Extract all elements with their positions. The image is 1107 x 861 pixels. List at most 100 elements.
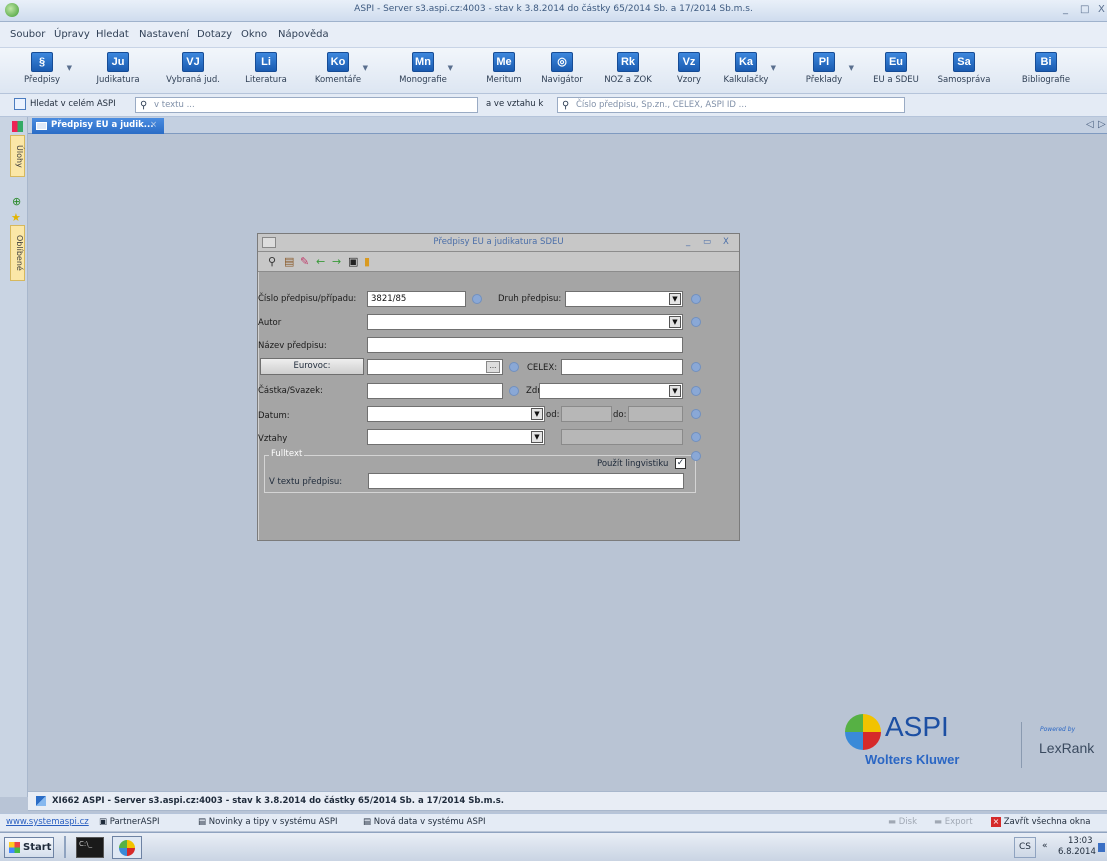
info-icon[interactable] bbox=[509, 386, 519, 396]
menu-upravy[interactable]: Úpravy bbox=[54, 29, 90, 40]
scroll-left-icon[interactable]: ◁ bbox=[1086, 119, 1094, 130]
info-icon[interactable] bbox=[691, 451, 701, 461]
favorites-tab[interactable]: Oblíbené bbox=[10, 225, 25, 281]
export-button[interactable]: ▬ Export bbox=[934, 817, 973, 827]
toolbar-vzory-button[interactable]: Vz Vzory bbox=[659, 52, 719, 92]
chevron-down-icon[interactable]: ▼ bbox=[669, 385, 681, 397]
tab-predpisy-eu[interactable]: Předpisy EU a judik... × bbox=[32, 118, 164, 134]
clipboard-icon[interactable]: ▤ bbox=[284, 255, 294, 268]
partner-aspi-link[interactable]: ▣ PartnerASPI bbox=[99, 817, 159, 827]
toolbar-meritum-button[interactable]: Me Meritum bbox=[474, 52, 534, 92]
start-button[interactable]: Start bbox=[4, 837, 54, 858]
info-icon[interactable] bbox=[509, 362, 519, 372]
chevron-down-icon[interactable]: ▼ bbox=[669, 293, 681, 305]
eraser-icon[interactable]: ✎ bbox=[300, 255, 309, 268]
toolbar-noz-zok-button[interactable]: Rk NOZ a ZOK bbox=[598, 52, 658, 92]
autor-select[interactable]: ▼ bbox=[367, 314, 683, 330]
show-desktop-button[interactable] bbox=[1098, 843, 1105, 852]
menu-soubor[interactable]: Soubor bbox=[10, 29, 45, 40]
toolbar-bibliografie-button[interactable]: Bi Bibliografie bbox=[1016, 52, 1076, 92]
chevron-down-icon[interactable]: ▼ bbox=[531, 431, 543, 443]
od-input[interactable] bbox=[561, 406, 612, 422]
toolbar-komentare-button[interactable]: Ko Komentáře ▼ bbox=[308, 52, 368, 92]
chevron-down-icon[interactable]: ▼ bbox=[669, 316, 681, 328]
close-all-button[interactable]: × Zavřít všechna okna bbox=[991, 817, 1090, 827]
tray-expand-icon[interactable]: « bbox=[1042, 841, 1048, 851]
site-link[interactable]: www.systemaspi.cz bbox=[6, 817, 89, 827]
toolbar-monografie-button[interactable]: Mn Monografie ▼ bbox=[393, 52, 453, 92]
toolbar-literatura-button[interactable]: Li Literatura bbox=[236, 52, 296, 92]
dropdown-arrow-icon[interactable]: ▼ bbox=[363, 64, 368, 72]
back-arrow-icon[interactable]: ← bbox=[316, 255, 325, 268]
menu-nastaveni[interactable]: Nastavení bbox=[139, 29, 189, 40]
maximize-button[interactable]: □ bbox=[1080, 4, 1089, 15]
tasks-tab[interactable]: Úlohy bbox=[10, 135, 25, 177]
info-icon[interactable] bbox=[691, 317, 701, 327]
dialog-minimize-button[interactable]: _ bbox=[686, 234, 690, 251]
tab-close-icon[interactable]: × bbox=[150, 118, 157, 133]
menu-napoveda[interactable]: Nápověda bbox=[278, 29, 329, 40]
toolbar-kalkulacky-button[interactable]: Ka Kalkulačky ▼ bbox=[716, 52, 776, 92]
dialog-icon bbox=[262, 237, 276, 248]
toolbar-predpisy-button[interactable]: § Předpisy ▼ bbox=[12, 52, 72, 92]
info-icon[interactable] bbox=[472, 294, 482, 304]
eurovoc-button[interactable]: Eurovoc: bbox=[260, 358, 364, 375]
info-icon[interactable] bbox=[691, 432, 701, 442]
back-icon[interactable]: ⊕ bbox=[12, 195, 21, 208]
exit-icon[interactable]: ▮ bbox=[364, 255, 370, 268]
cislo-input[interactable]: 3821/85 bbox=[367, 291, 466, 307]
menu-okno[interactable]: Okno bbox=[241, 29, 267, 40]
castka-input[interactable] bbox=[367, 383, 503, 399]
scroll-right-icon[interactable]: ▷ bbox=[1098, 119, 1106, 130]
menu-hledat[interactable]: Hledat bbox=[96, 29, 129, 40]
toolbar-navigator-button[interactable]: ◎ Navigátor bbox=[532, 52, 592, 92]
close-button[interactable]: X bbox=[1098, 4, 1105, 15]
minimize-button[interactable]: _ bbox=[1063, 4, 1068, 15]
news-link[interactable]: ▤ Novinky a tipy v systému ASPI bbox=[198, 817, 338, 827]
dropdown-arrow-icon[interactable]: ▼ bbox=[448, 64, 453, 72]
menu-dotazy[interactable]: Dotazy bbox=[197, 29, 232, 40]
cmd-taskbar-icon[interactable]: C:\_ bbox=[76, 837, 104, 858]
info-icon[interactable] bbox=[691, 362, 701, 372]
eurovoc-input[interactable]: ... bbox=[367, 359, 503, 375]
nazev-input[interactable] bbox=[367, 337, 683, 353]
search-icon[interactable]: ⚲ bbox=[268, 255, 276, 268]
dropdown-arrow-icon[interactable]: ▼ bbox=[849, 64, 854, 72]
toolbar-judikatura-button[interactable]: Ju Judikatura bbox=[88, 52, 148, 92]
toolbar-eu-sdeu-button[interactable]: Eu EU a SDEU bbox=[866, 52, 926, 92]
lingvistika-checkbox[interactable]: ✓ bbox=[675, 458, 686, 469]
info-icon[interactable] bbox=[691, 386, 701, 396]
eurovoc-browse-button[interactable]: ... bbox=[486, 361, 500, 373]
aspi-taskbar-button[interactable] bbox=[112, 836, 142, 859]
toolbar-vybrana-jud-button[interactable]: VJ Vybraná jud. bbox=[163, 52, 223, 92]
new-data-icon: ▤ bbox=[363, 817, 374, 827]
info-icon[interactable] bbox=[691, 409, 701, 419]
relation-search-input[interactable]: ⚲ Číslo předpisu, Sp.zn., CELEX, ASPI ID … bbox=[557, 97, 905, 113]
forward-arrow-icon[interactable]: → bbox=[332, 255, 341, 268]
dropdown-arrow-icon[interactable]: ▼ bbox=[771, 64, 776, 72]
language-indicator[interactable]: CS bbox=[1014, 837, 1036, 858]
search-icon: ⚲ bbox=[562, 100, 570, 111]
save-icon[interactable]: ▣ bbox=[348, 255, 358, 268]
status-text[interactable]: XI662 ASPI - Server s3.aspi.cz:4003 - st… bbox=[52, 796, 504, 806]
druh-select[interactable]: ▼ bbox=[565, 291, 683, 307]
dialog-close-button[interactable]: X bbox=[723, 234, 729, 251]
info-icon[interactable] bbox=[691, 294, 701, 304]
clock-date[interactable]: 6.8.2014 bbox=[1058, 847, 1096, 857]
dropdown-arrow-icon[interactable]: ▼ bbox=[67, 64, 72, 72]
vztahy-select[interactable]: ▼ bbox=[367, 429, 545, 445]
do-input[interactable] bbox=[628, 406, 683, 422]
vtextu-input[interactable] bbox=[368, 473, 684, 489]
datum-select[interactable]: ▼ bbox=[367, 406, 545, 422]
toolbar-samosprava-button[interactable]: Sa Samospráva bbox=[934, 52, 994, 92]
taskbar: Start C:\_ CS « 13:03 6.8.2014 bbox=[0, 832, 1107, 861]
disk-button[interactable]: ▬ Disk bbox=[888, 817, 917, 827]
new-data-link[interactable]: ▤ Nová data v systému ASPI bbox=[363, 817, 485, 827]
chevron-down-icon[interactable]: ▼ bbox=[531, 408, 543, 420]
toolbar-preklady-button[interactable]: Pl Překlady ▼ bbox=[794, 52, 854, 92]
celex-input[interactable] bbox=[561, 359, 683, 375]
dialog-maximize-button[interactable]: ▭ bbox=[703, 234, 711, 251]
clock-time[interactable]: 13:03 bbox=[1068, 836, 1093, 846]
text-search-input[interactable]: ⚲ v textu ... bbox=[135, 97, 478, 113]
zdroj-select[interactable]: ▼ bbox=[539, 383, 683, 399]
